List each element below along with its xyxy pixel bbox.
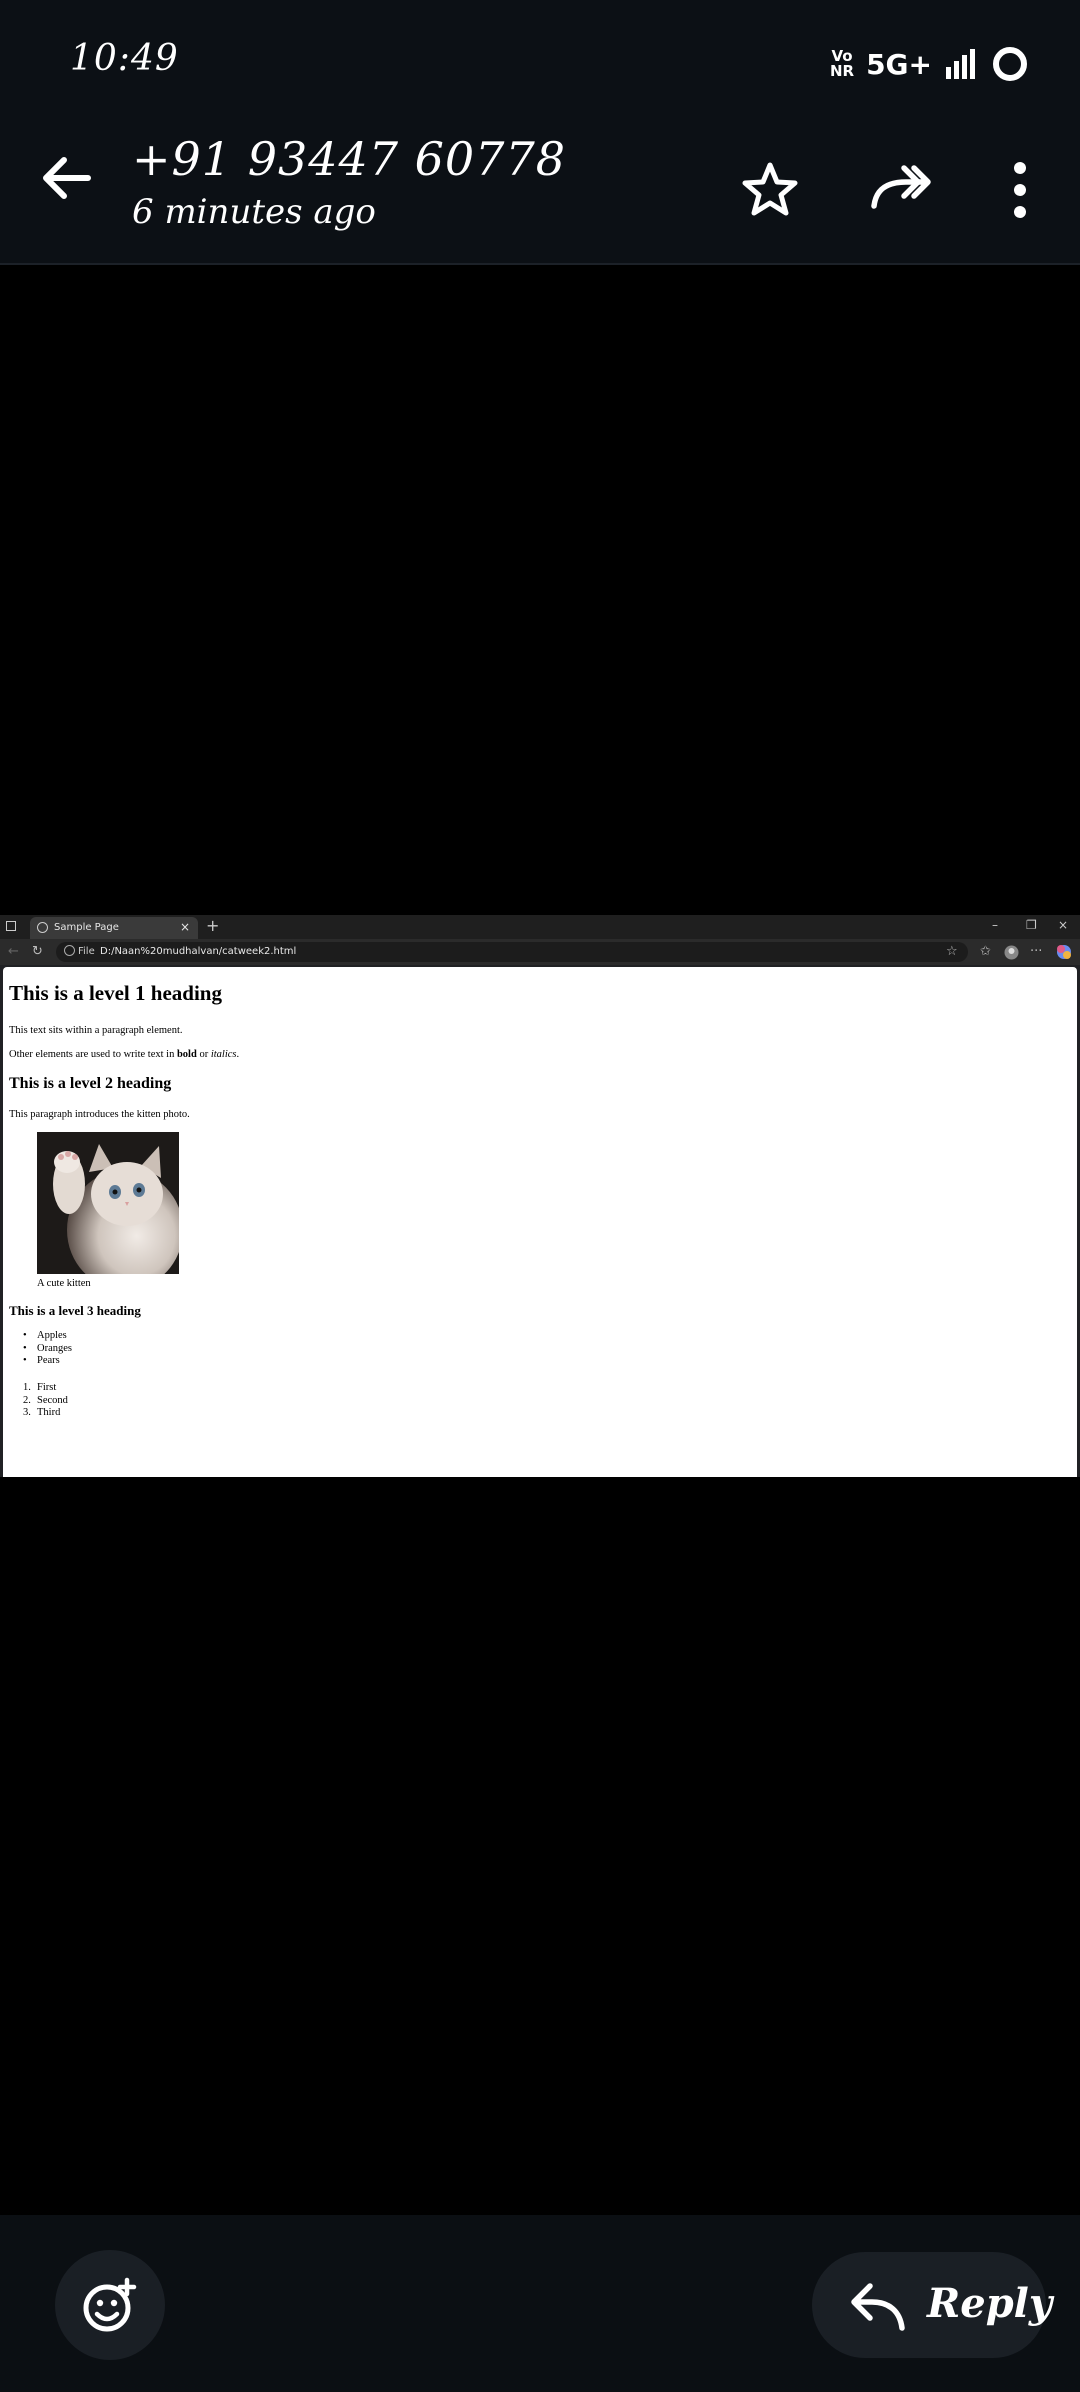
- battery-ring-icon: [993, 47, 1027, 81]
- browser-tabbar: Sample Page × + – ❐ ×: [0, 915, 1080, 939]
- add-emoji-icon: [83, 2277, 137, 2332]
- p2-text-end: .: [236, 1049, 240, 1060]
- list-item: 3. Third: [23, 1407, 61, 1418]
- address-scheme: File: [78, 946, 95, 957]
- favorite-star-icon[interactable]: ☆: [946, 944, 958, 959]
- more-options-icon[interactable]: ···: [1030, 944, 1042, 959]
- address-url[interactable]: D:/Naan%20mudhalvan/catweek2.html: [100, 946, 296, 957]
- status-time: 10:49: [70, 38, 179, 79]
- minimize-icon[interactable]: –: [992, 918, 998, 932]
- back-arrow-icon[interactable]: [38, 150, 94, 206]
- level-2-heading: This is a level 2 heading: [9, 1075, 172, 1092]
- kitten-photo: [37, 1132, 179, 1274]
- new-tab-button[interactable]: +: [206, 916, 219, 935]
- image-caption: A cute kitten: [37, 1278, 91, 1289]
- reply-label: Reply: [927, 2280, 1053, 2327]
- forward-icon[interactable]: [870, 160, 934, 212]
- p2-italic: italics: [210, 1049, 237, 1060]
- tab-actions-icon[interactable]: [6, 921, 16, 931]
- signal-icon: [946, 49, 975, 79]
- tab-close-icon[interactable]: ×: [180, 920, 190, 934]
- back-icon[interactable]: ←: [8, 944, 19, 959]
- level-1-heading: This is a level 1 heading: [9, 981, 222, 1005]
- close-window-icon[interactable]: ×: [1058, 918, 1068, 932]
- paragraph-3: This paragraph introduces the kitten pho…: [9, 1109, 190, 1120]
- message-time: 6 minutes ago: [132, 192, 376, 232]
- list-item-text: Third: [37, 1407, 61, 1418]
- paragraph-2: Other elements are used to write text in…: [9, 1049, 239, 1060]
- favorites-icon[interactable]: ✩: [980, 944, 991, 959]
- ordered-list: 1. First 2. Second 3. Third: [23, 1382, 68, 1420]
- info-icon[interactable]: [64, 945, 75, 956]
- web-page-content: This is a level 1 heading This text sits…: [3, 967, 1077, 1477]
- vonr-bottom: NR: [829, 62, 855, 80]
- p2-bold: bold: [176, 1049, 197, 1060]
- tab-title: Sample Page: [54, 922, 119, 933]
- attached-screenshot[interactable]: Sample Page × + – ❐ × ← ↻ File D:/Naan%2…: [0, 915, 1080, 1477]
- paragraph-1: This text sits within a paragraph elemen…: [9, 1025, 183, 1036]
- list-item-text: Pears: [37, 1355, 60, 1366]
- add-reaction-button[interactable]: [55, 2250, 165, 2360]
- restore-icon[interactable]: ❐: [1026, 918, 1037, 932]
- globe-icon: [37, 922, 48, 933]
- p2-text-middle: or: [196, 1049, 211, 1060]
- p2-text-start: Other elements are used to write text in: [9, 1049, 177, 1060]
- list-item: • Oranges: [23, 1342, 72, 1354]
- level-3-heading: This is a level 3 heading: [9, 1303, 141, 1318]
- message-header: 10:49 Vo NR 5G+ +91 93447 60778 6 minute…: [0, 0, 1080, 265]
- status-icons: Vo NR 5G+: [830, 44, 1030, 84]
- browser-toolbar: ← ↻ File D:/Naan%20mudhalvan/catweek2.ht…: [0, 939, 1080, 965]
- profile-avatar-icon[interactable]: [1004, 945, 1019, 960]
- more-vert-icon[interactable]: [1000, 160, 1040, 220]
- list-item-text: First: [37, 1382, 57, 1393]
- bottom-action-bar: Reply: [0, 2215, 1080, 2392]
- network-type: 5G+: [866, 47, 932, 81]
- star-icon[interactable]: [740, 160, 800, 220]
- list-item-text: Second: [37, 1394, 68, 1406]
- address-bar[interactable]: File D:/Naan%20mudhalvan/catweek2.html ☆: [56, 942, 968, 962]
- list-item: 1. First: [23, 1382, 57, 1393]
- list-item: 2. Second: [23, 1394, 68, 1406]
- list-item-text: Apples: [37, 1330, 67, 1341]
- reply-button[interactable]: Reply: [812, 2252, 1052, 2358]
- copilot-icon[interactable]: [1056, 944, 1072, 960]
- vonr-indicator: Vo NR: [830, 49, 854, 79]
- reply-arrow-icon: [851, 2283, 905, 2331]
- unordered-list: • Apples • Oranges • Pears: [23, 1330, 72, 1368]
- list-item: • Apples: [23, 1330, 67, 1341]
- reload-icon[interactable]: ↻: [32, 944, 43, 959]
- tab-sample-page[interactable]: Sample Page ×: [30, 917, 198, 939]
- list-item-text: Oranges: [37, 1342, 72, 1354]
- contact-number: +91 93447 60778: [132, 132, 566, 186]
- list-item: • Pears: [23, 1355, 60, 1366]
